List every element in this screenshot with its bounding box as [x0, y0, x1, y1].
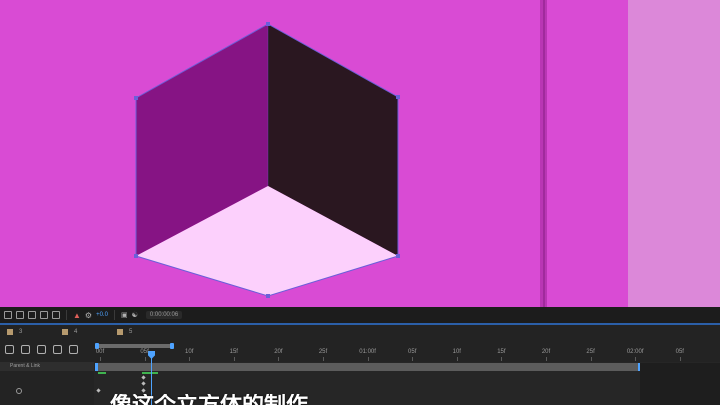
work-area-end-handle[interactable]	[170, 343, 174, 349]
ruler-tick-label: 10f	[185, 349, 194, 355]
keyframe-range-marker	[142, 372, 158, 374]
ruler-tick	[189, 357, 191, 361]
ruler-tick-label: 02:00f	[626, 349, 644, 355]
toolbar-divider	[113, 310, 115, 320]
layer-tab[interactable]: 3	[0, 328, 55, 335]
settings-icon[interactable]: ☯	[132, 311, 138, 319]
frame-blending-icon[interactable]	[53, 345, 62, 354]
viewer-toolbar: ▲ ⚙ +0.0 ▣ ☯ 0:00:00:06	[0, 307, 720, 323]
ruler-tick	[412, 357, 414, 361]
cube-shape[interactable]	[0, 0, 720, 307]
region-icon[interactable]	[16, 311, 24, 319]
layer-tabs: 3 4 5	[0, 325, 720, 338]
ruler-tick	[590, 357, 592, 361]
ruler-tick-label: 15f	[229, 349, 238, 355]
parent-pick-whip-icon[interactable]	[16, 388, 22, 394]
keyframe[interactable]	[141, 381, 146, 386]
ruler-tick-label: 20f	[274, 349, 283, 355]
layer-number: 5	[129, 328, 133, 335]
parent-link-header[interactable]: Parent & Link	[0, 362, 94, 371]
layer-number: 4	[74, 328, 78, 335]
vertex-handle	[396, 95, 400, 99]
composition-flowchart-icon[interactable]	[5, 345, 14, 354]
current-timecode[interactable]: 0:00:00:06	[145, 311, 183, 319]
ruler-tick-label: 10f	[452, 349, 461, 355]
layer-tab[interactable]: 4	[55, 328, 110, 335]
selection-icon[interactable]	[4, 311, 12, 319]
vertex-handle	[134, 254, 138, 258]
label-color-swatch	[62, 328, 68, 335]
toggle-icon[interactable]	[40, 311, 48, 319]
video-subtitle: 像这个立方体的制作	[110, 394, 410, 405]
vertex-handle	[266, 22, 270, 26]
ruler-tick	[323, 357, 324, 361]
ruler-tick-label: 01:00f	[359, 349, 376, 355]
exposure-value[interactable]: +0.0	[96, 312, 108, 318]
motion-blur-icon[interactable]	[69, 345, 78, 354]
ruler-tick	[679, 357, 681, 361]
ruler-tick-label: 05f	[675, 349, 684, 355]
ruler-tick-label: 05f	[140, 349, 149, 355]
mask-icon[interactable]	[28, 311, 36, 319]
camera-icon[interactable]: ▣	[121, 311, 128, 319]
toolbar-divider	[66, 310, 67, 320]
ruler-tick-label: 25f	[586, 349, 595, 355]
layer-in-point-handle[interactable]	[95, 363, 98, 371]
keyframe[interactable]	[141, 388, 146, 393]
color-wheel-icon[interactable]: ▲	[73, 311, 81, 320]
ruler-tick-label: 00f	[95, 349, 105, 355]
keyframe[interactable]	[96, 388, 101, 393]
timeline-switches	[5, 345, 78, 354]
vertex-handle	[396, 254, 400, 258]
ruler-tick	[501, 357, 503, 361]
ruler-tick	[635, 357, 637, 361]
ruler-tick	[100, 357, 101, 361]
label-color-swatch	[117, 328, 123, 335]
time-ruler[interactable]: 00f 05f 10f 15f 20f 25f 01:00f 05f 10f 15f 20f 25f 0…	[94, 338, 720, 362]
beyond-comp-area	[640, 363, 720, 405]
shy-layers-icon[interactable]	[37, 345, 46, 354]
keyframe[interactable]	[141, 375, 146, 380]
layer-duration-bar[interactable]	[96, 363, 640, 371]
gear-icon[interactable]: ⚙	[85, 311, 92, 320]
label-color-swatch	[7, 328, 13, 335]
ruler-tick-label: 25f	[318, 349, 328, 355]
vertex-handle	[134, 96, 138, 100]
region-of-interest-icon[interactable]	[52, 311, 60, 319]
ruler-tick-label: 05f	[408, 349, 417, 355]
composition-viewport[interactable]	[0, 0, 720, 307]
draft-3d-icon[interactable]	[21, 345, 30, 354]
ruler-tick	[367, 357, 369, 361]
vertex-handle	[266, 294, 270, 298]
ruler-tick	[144, 357, 146, 361]
layer-controls-column: Parent & Link	[0, 338, 94, 405]
ruler-tick	[233, 357, 235, 361]
keyframe-range-marker	[98, 372, 106, 374]
layer-tab[interactable]: 5	[110, 328, 165, 335]
ruler-tick	[278, 357, 280, 361]
ruler-tick-label: 20f	[541, 349, 551, 355]
work-area-bar[interactable]	[96, 344, 172, 348]
layer-number: 3	[19, 328, 23, 335]
ruler-tick-label: 15f	[497, 349, 506, 355]
ruler-tick	[546, 357, 547, 361]
ruler-tick	[456, 357, 458, 361]
